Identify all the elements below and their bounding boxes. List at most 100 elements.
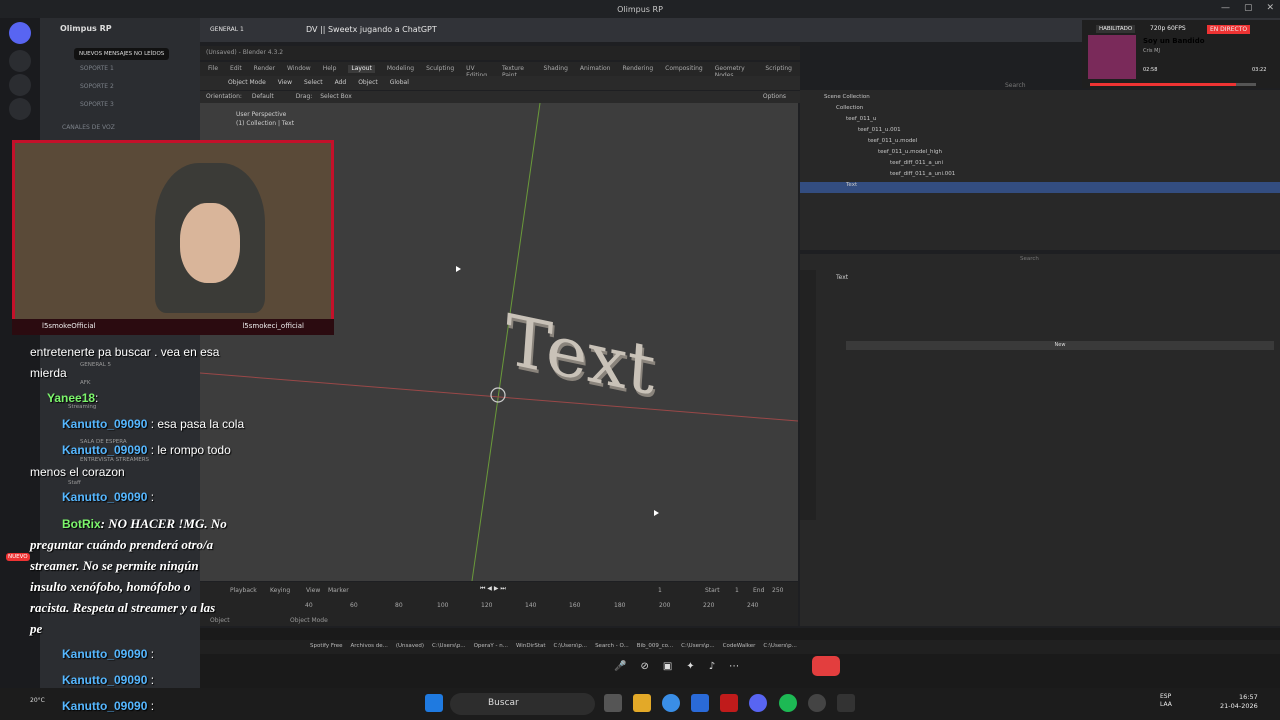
app-icon[interactable] (837, 694, 855, 712)
taskbar-clock[interactable]: 16:57 21-04-2026 (1220, 693, 1258, 711)
menu-add[interactable]: Add (335, 79, 347, 87)
workspace-tab[interactable]: Geometry Nodes (715, 65, 754, 79)
channel-item[interactable]: SOPORTE 1 (80, 65, 114, 72)
properties-search[interactable]: Search (1020, 256, 1039, 262)
end-frame[interactable]: 250 (772, 587, 783, 594)
window-tab[interactable]: C:\Users\p... (432, 643, 466, 651)
camera-off-icon[interactable]: ⊘ (640, 661, 648, 672)
window-tab[interactable]: C:\Users\p... (681, 643, 715, 651)
outliner-item[interactable]: Scene Collection (800, 94, 1280, 105)
window-controls: — ▢ ✕ (1221, 3, 1274, 13)
minimize-icon[interactable]: — (1221, 3, 1230, 13)
file-explorer-icon[interactable] (633, 694, 651, 712)
outliner-item[interactable]: teef_011_u.001 (800, 127, 1280, 138)
server-icon[interactable] (9, 50, 31, 72)
transform-orientation[interactable]: Global (390, 79, 409, 87)
window-tab[interactable]: C:\Users\p... (763, 643, 797, 651)
windows-start-icon[interactable] (425, 694, 443, 712)
stream-title: DV || Sweetx jugando a ChatGPT (306, 25, 437, 34)
outliner-item-selected[interactable]: Text (800, 182, 1280, 193)
window-tab[interactable]: Bib_009_co... (637, 643, 673, 651)
workspace-tab[interactable]: UV Editing (466, 65, 490, 79)
start-frame[interactable]: 1 (735, 587, 739, 594)
window-tab[interactable]: Spotify Free (310, 643, 343, 651)
menu-help[interactable]: Help (323, 65, 337, 73)
outliner[interactable]: Search Scene Collection Collection teef_… (800, 82, 1280, 250)
spotify-icon[interactable] (779, 694, 797, 712)
store-icon[interactable] (691, 694, 709, 712)
workspace-tab[interactable]: Sculpting (426, 65, 454, 73)
workspace-tab[interactable]: Animation (580, 65, 611, 73)
bottom-tab[interactable]: Object (210, 617, 230, 624)
mode-dropdown[interactable]: Object Mode (228, 79, 266, 87)
outliner-item[interactable]: teef_011_u (800, 116, 1280, 127)
outliner-item[interactable]: teef_011_u.model_high (800, 149, 1280, 160)
current-frame[interactable]: 1 (658, 587, 662, 594)
menu-file[interactable]: File (208, 65, 218, 73)
server-icon[interactable] (9, 74, 31, 96)
keyboard-language[interactable]: ESP LAA (1160, 693, 1172, 709)
channel-item[interactable]: SOPORTE 2 (80, 83, 114, 90)
new-badge: NUEVO (6, 553, 30, 561)
timeline-keying[interactable]: Keying (270, 587, 290, 594)
drag-dropdown[interactable]: Select Box (320, 93, 352, 100)
menu-view[interactable]: View (278, 79, 292, 87)
app-icon[interactable] (808, 694, 826, 712)
task-view-icon[interactable] (604, 694, 622, 712)
workspace-tab[interactable]: Compositing (665, 65, 703, 73)
playback-controls-icon[interactable]: ⏮ ◀ ▶ ⏭ (480, 585, 506, 593)
timeline[interactable]: Playback Keying View Marker ⏮ ◀ ▶ ⏭ 1 St… (200, 582, 798, 626)
bottom-tab[interactable]: Object Mode (290, 617, 328, 624)
window-tab[interactable]: OperaY - n... (474, 643, 508, 651)
menu-select[interactable]: Select (304, 79, 323, 87)
timeline-playback[interactable]: Playback (230, 587, 257, 594)
soundboard-icon[interactable]: ♪ (709, 661, 715, 672)
outliner-item[interactable]: teef_diff_011_a_uni (800, 160, 1280, 171)
workspace-tab[interactable]: Shading (544, 65, 568, 73)
chrome-icon[interactable] (662, 694, 680, 712)
outliner-item[interactable]: teef_diff_011_a_uni.001 (800, 171, 1280, 182)
properties-tabs[interactable] (800, 270, 816, 520)
workspace-tab[interactable]: Scripting (765, 65, 792, 73)
voice-category[interactable]: CANALES DE VOZ (62, 124, 115, 131)
outliner-item[interactable]: teef_011_u.model (800, 138, 1280, 149)
options-dropdown[interactable]: Options (763, 93, 786, 100)
window-tab[interactable]: (Unsaved) (396, 643, 424, 651)
workspace-tab[interactable]: Modeling (387, 65, 414, 73)
window-tab[interactable]: CodeWalker (723, 643, 756, 651)
discord-icon[interactable] (749, 694, 767, 712)
workspace-tab[interactable]: Rendering (622, 65, 653, 73)
menu-edit[interactable]: Edit (230, 65, 242, 73)
maximize-icon[interactable]: ▢ (1244, 3, 1253, 13)
server-name[interactable]: Olimpus RP (60, 24, 112, 33)
menu-window[interactable]: Window (287, 65, 311, 73)
close-icon[interactable]: ✕ (1266, 3, 1274, 13)
taskbar-search[interactable]: Buscar (450, 693, 595, 715)
end-call-button[interactable] (812, 656, 840, 676)
menu-render[interactable]: Render (254, 65, 275, 73)
screen-share-icon[interactable]: ▣ (663, 661, 672, 672)
outliner-item[interactable]: Collection (800, 105, 1280, 116)
discord-home-icon[interactable] (9, 22, 31, 44)
outliner-search[interactable]: Search (1005, 82, 1026, 89)
weather-widget[interactable]: 20°C (30, 697, 45, 704)
activities-icon[interactable]: ✦ (686, 661, 694, 672)
microphone-icon[interactable]: 🎤 (614, 661, 626, 672)
workspace-tab[interactable]: Texture Paint (502, 65, 532, 79)
window-tab[interactable]: Search - O... (595, 643, 629, 651)
channel-item[interactable]: SOPORTE 3 (80, 101, 114, 108)
new-button[interactable]: New (846, 341, 1274, 350)
orientation-dropdown[interactable]: Default (252, 93, 274, 100)
timeline-marker[interactable]: Marker (328, 587, 349, 594)
acrobat-icon[interactable] (720, 694, 738, 712)
window-tab[interactable]: C:\Users\p... (554, 643, 588, 651)
properties-editor[interactable]: Search Text (800, 254, 1280, 626)
workspace-tab-layout[interactable]: Layout (348, 65, 375, 73)
window-tab[interactable]: Archivos de... (351, 643, 388, 651)
start-label: Start (705, 587, 720, 594)
menu-object[interactable]: Object (358, 79, 378, 87)
server-icon[interactable] (9, 98, 31, 120)
timeline-view[interactable]: View (306, 587, 320, 594)
more-icon[interactable]: ⋯ (729, 661, 739, 672)
window-tab[interactable]: WinDirStat (516, 643, 546, 651)
